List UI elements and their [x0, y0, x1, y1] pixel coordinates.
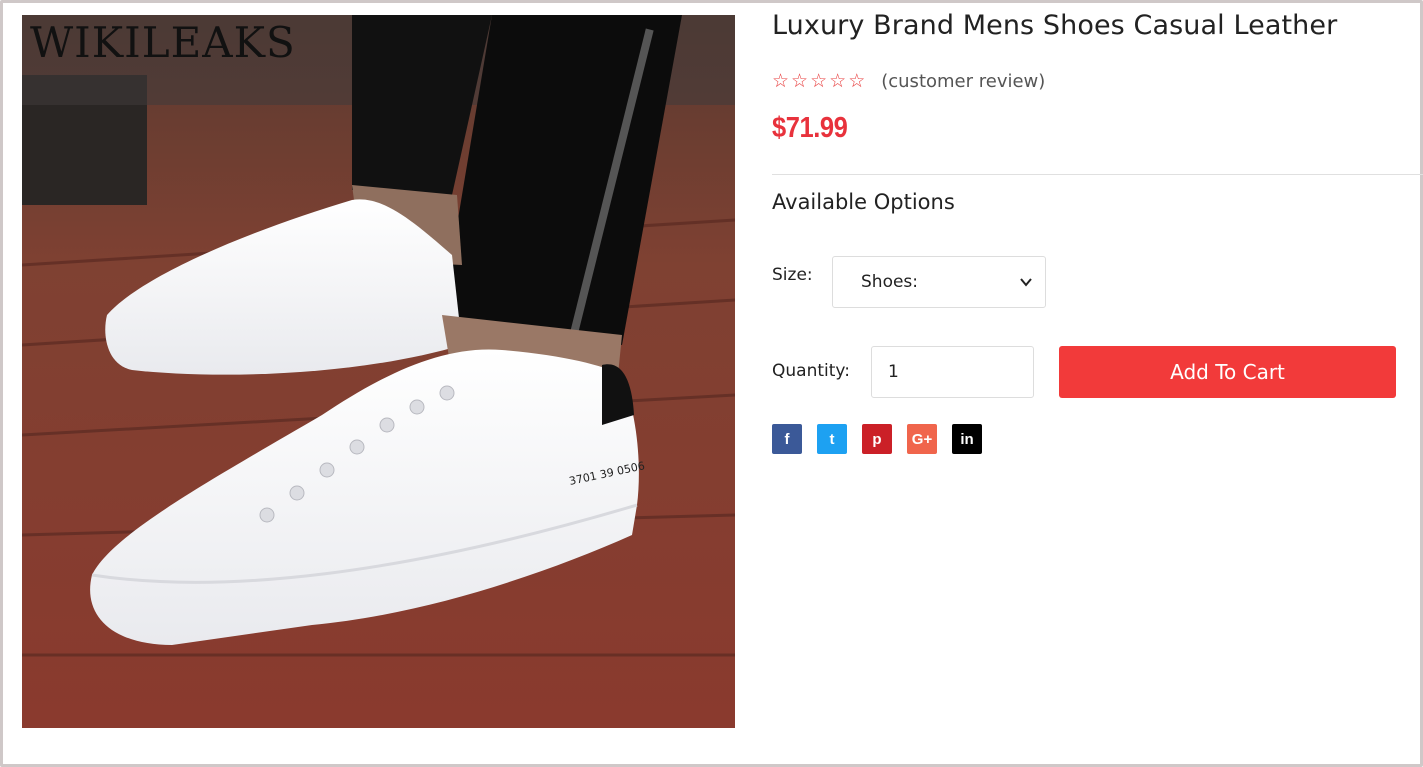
star-icon[interactable]: ☆	[810, 70, 827, 92]
size-label: Size:	[772, 265, 813, 285]
divider	[772, 174, 1423, 175]
size-select-value: Shoes:	[861, 272, 919, 292]
twitter-icon[interactable]: t	[817, 424, 847, 454]
size-select[interactable]: Shoes:	[832, 256, 1046, 308]
product-price: $71.99	[772, 112, 848, 144]
social-share: f t p G+ in	[772, 424, 982, 454]
star-icon[interactable]: ☆	[829, 70, 846, 92]
linkedin-icon[interactable]: in	[952, 424, 982, 454]
rating-stars: ☆ ☆ ☆ ☆ ☆	[772, 70, 865, 92]
product-title: Luxury Brand Mens Shoes Casual Leather	[772, 10, 1338, 41]
quantity-input[interactable]: 1	[871, 346, 1034, 398]
facebook-icon[interactable]: f	[772, 424, 802, 454]
customer-review-link[interactable]: (customer review)	[881, 71, 1045, 92]
pinterest-icon[interactable]: p	[862, 424, 892, 454]
watermark-text: WIKILEAKS	[30, 18, 296, 67]
google-plus-icon[interactable]: G+	[907, 424, 937, 454]
quantity-label: Quantity:	[772, 361, 850, 381]
add-to-cart-button[interactable]: Add To Cart	[1059, 346, 1396, 398]
star-icon[interactable]: ☆	[848, 70, 865, 92]
options-heading: Available Options	[772, 190, 955, 214]
product-image[interactable]: 3701 39 0506 WIKILEAKS	[22, 15, 735, 728]
rating: ☆ ☆ ☆ ☆ ☆ (customer review)	[772, 70, 1045, 92]
star-icon[interactable]: ☆	[772, 70, 789, 92]
star-icon[interactable]: ☆	[791, 70, 808, 92]
chevron-down-icon	[1020, 278, 1032, 287]
